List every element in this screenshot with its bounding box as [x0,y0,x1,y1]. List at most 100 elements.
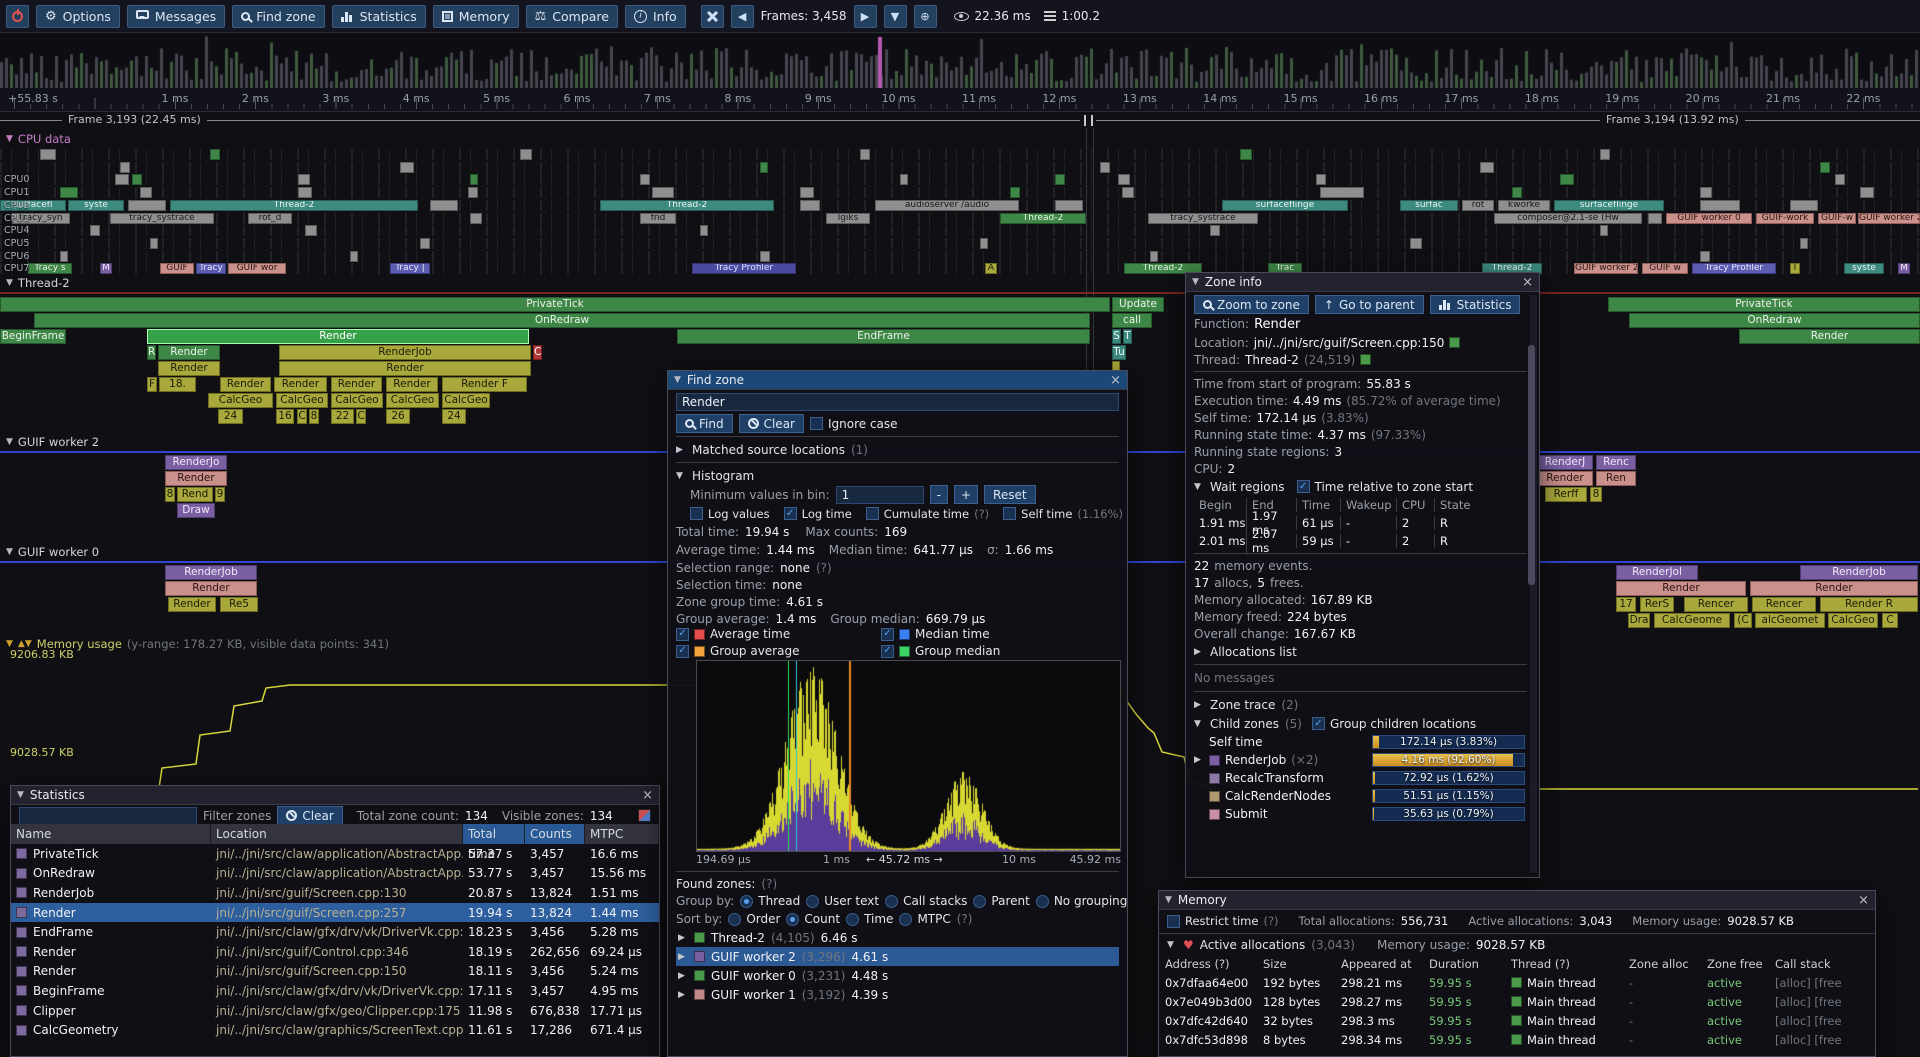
cpu-zone[interactable] [1055,200,1083,211]
go-to-parent-button[interactable]: ↑Go to parent [1315,295,1424,314]
cpu-zone[interactable] [760,162,768,173]
cpu-zone[interactable] [1820,162,1830,173]
timeline-zone[interactable]: Render R [1820,597,1918,612]
zone-info-titlebar[interactable]: ▼ Zone info × [1186,273,1539,292]
child-zone-row[interactable]: RecalcTransform72.92 µs (1.62%) [1194,769,1527,787]
cpu-zone[interactable]: GUIF wor [228,263,286,274]
timeline-zone[interactable]: RenderJob [1800,565,1918,580]
close-icon[interactable]: × [1858,894,1869,907]
cpu-zone[interactable] [640,174,650,185]
timeline-zone[interactable]: alcGeomet [1755,613,1825,628]
cpu-zone[interactable] [150,238,158,249]
cpu-zone[interactable] [1600,149,1610,160]
cpu-zone[interactable] [128,200,166,211]
column-header-address[interactable]: Address (?) [1165,957,1263,971]
expand-icon[interactable]: ▶ [1194,647,1204,657]
timeline-zone[interactable]: C [356,409,366,424]
cpu-zone[interactable]: syste [1844,263,1884,274]
allocation-row[interactable]: 0x7e049b3d00128 bytes298.27 ms59.95 sMai… [1159,992,1875,1011]
radio-thread[interactable]: Thread [740,894,800,908]
collapse-icon[interactable]: ▼ [1192,277,1199,287]
cpu-zone[interactable]: Thread-2 [1000,213,1086,224]
zone-statistics-button[interactable]: Statistics [1430,295,1521,314]
radio-order[interactable]: Order [728,912,780,926]
column-header-size[interactable]: Size [1263,957,1341,971]
allocation-row[interactable]: 0x7dfc53d8988 bytes298.34 ms59.95 sMain … [1159,1030,1875,1049]
cpu-zone[interactable]: Thread-2 [170,200,418,211]
table-row[interactable]: OnRedrawjni/../jni/src/claw/application/… [11,864,659,884]
table-row[interactable]: RenderJobjni/../jni/src/guif/Screen.cpp:… [11,883,659,903]
timeline-zone[interactable]: 26 [386,409,410,424]
timeline-zone[interactable]: Draw [177,503,215,518]
cpu-zone[interactable] [1480,162,1494,173]
thread-header-guif-worker-2[interactable]: ▼GUIF worker 2 [6,435,99,449]
cpu-zone[interactable] [120,162,130,173]
cpu-zone[interactable]: GUIF w [1642,263,1688,274]
cpu-zone[interactable] [140,187,152,198]
table-row[interactable]: Renderjni/../jni/src/guif/Screen.cpp:150… [11,962,659,982]
cpu-zone[interactable] [1118,174,1130,185]
cpu-zone[interactable] [430,200,458,211]
timeline-zone[interactable]: Render [1750,581,1918,596]
cpu-zone[interactable] [132,174,142,185]
found-zone-group[interactable]: ▶GUIF worker 0(3,231)4.48 s [676,966,1119,985]
checkbox[interactable]: ✓ [676,628,689,641]
timeline-zone[interactable]: 18. [159,377,196,392]
toolbar-button-find-zone[interactable]: Find zone [232,5,324,28]
timeline-zone[interactable]: CalcGeo [386,393,439,408]
column-header-zone-free[interactable]: Zone free [1707,957,1775,971]
checkbox[interactable]: ✓ [1297,480,1310,493]
timeline-zone[interactable]: CalcGeo [1828,613,1878,628]
cpu-zone[interactable]: M [100,263,112,274]
table-row[interactable]: Renderjni/../jni/src/guif/Screen.cpp:257… [11,903,659,923]
found-zone-group[interactable]: ▶Thread-2(4,105)6.46 s [676,928,1119,947]
wait-table-row[interactable]: 1.91 ms1.97 ms61 µs-2R [1194,514,1527,532]
timeline-zone[interactable]: C [297,409,307,424]
power-button[interactable] [6,5,29,28]
timeline-zone[interactable]: 8 [309,409,319,424]
timeline-zone[interactable]: 8 [1590,487,1602,502]
timeline-zone[interactable]: Rencer [1684,597,1748,612]
timeline-zone[interactable]: S [1112,329,1121,344]
cpu-zone[interactable] [468,187,478,198]
timeline-zone[interactable]: Render [1616,581,1746,596]
toolbar-button-memory[interactable]: Memory [433,5,519,28]
frame-histogram[interactable] [0,34,1920,88]
table-row[interactable]: EndFramejni/../jni/src/claw/gfx/drv/vk/D… [11,922,659,942]
timeline-zone[interactable]: Tu [1112,345,1126,360]
cpu-zone[interactable]: A [985,263,997,274]
cpu-zone[interactable]: Tracy [196,263,226,274]
frame-separator-bar[interactable]: Frame 3,193 (22.45 ms) Frame 3,194 (13.9… [0,112,1920,128]
timeline-zone[interactable]: Re5 [220,597,258,612]
timeline-zone[interactable]: RenderJol [1616,565,1698,580]
self-time-checkbox[interactable]: Self time(1.16%) [1003,507,1123,521]
timeline-zone[interactable]: Renc [1596,455,1636,470]
timeline-zone[interactable]: Render [386,377,438,392]
checkbox[interactable] [1167,915,1180,928]
log-time-checkbox[interactable]: ✓Log time [784,507,852,521]
cpu-zone[interactable]: GUIF worker 0 [1666,213,1752,224]
thread-header-thread-2[interactable]: ▼Thread-2 [6,276,70,290]
timeline-zone[interactable]: Render [158,345,220,360]
column-header-appeared-at[interactable]: Appeared at [1341,957,1429,971]
collapse-icon[interactable]: ▼ [1165,895,1172,905]
clear-button[interactable]: Clear [739,414,804,433]
cpu-zone[interactable]: tracy_systrace [1148,213,1258,224]
cpu-zone[interactable]: composer@2.1-se (Hw [1494,213,1642,224]
timeline-zone[interactable]: CalcGeo [442,393,490,408]
cpu-zone[interactable]: GUIF [160,263,194,274]
timeline-zone[interactable]: Rencer [1752,597,1816,612]
cpu-zone[interactable]: tracy_systrace [110,213,214,224]
collapse-icon[interactable]: ▼ [1167,940,1177,950]
timeline-zone[interactable]: Render [220,377,271,392]
cpu-zone[interactable] [1648,213,1662,224]
allocation-row[interactable]: 0x7dfc42d64032 bytes298.3 ms59.95 sMain … [1159,1011,1875,1030]
timeline-zone[interactable]: T [1123,329,1132,344]
find-zone-titlebar[interactable]: ▼ Find zone × [668,371,1127,390]
checkbox[interactable] [810,417,823,430]
zoom-to-zone-button[interactable]: Zoom to zone [1194,295,1309,314]
frame-dropdown-button[interactable]: ▼ [884,5,907,28]
legend-checkbox-average-time[interactable]: ✓Average time [676,627,881,641]
zone-search-input[interactable] [676,393,1119,411]
column-header-call-stack[interactable]: Call stack [1775,957,1869,971]
